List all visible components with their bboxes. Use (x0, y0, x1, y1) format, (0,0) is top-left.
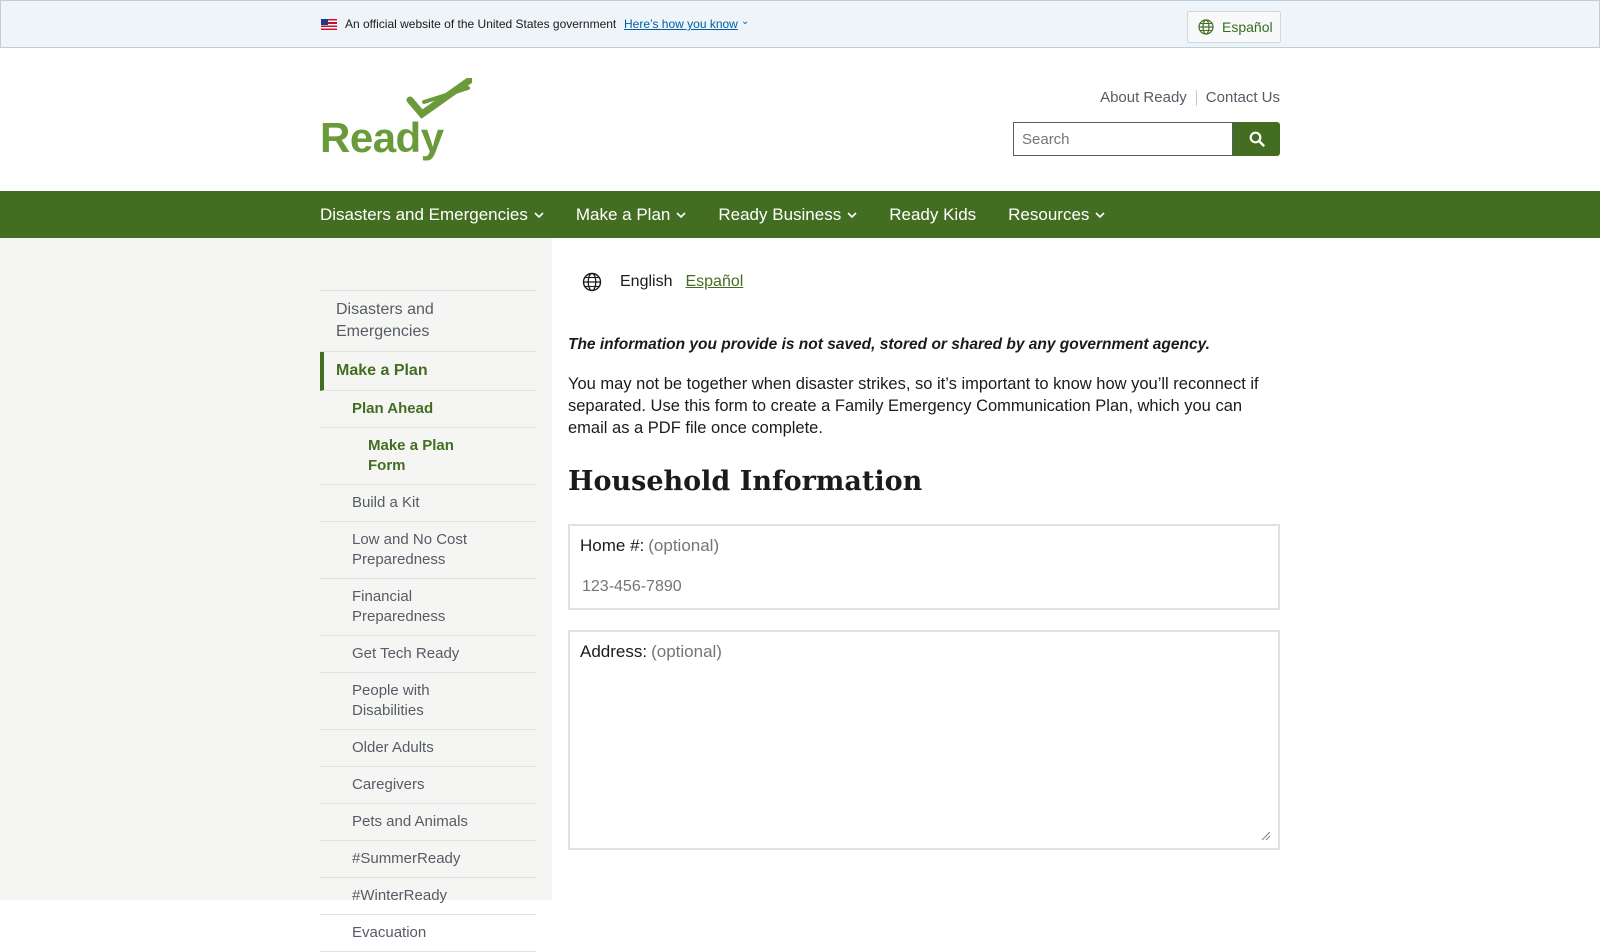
ready-logo[interactable]: Ready (320, 78, 472, 166)
divider (1195, 89, 1197, 106)
sidenav: Disasters and Emergencies Make a Plan Pl… (320, 290, 536, 952)
language-toggle: English Español (582, 272, 743, 292)
about-ready-link[interactable]: About Ready (1100, 89, 1187, 106)
intro-paragraph: You may not be together when disaster st… (568, 375, 1259, 437)
globe-icon (1198, 19, 1214, 35)
utility-links: About Ready Contact Us (1100, 89, 1280, 106)
optional-hint: (optional) (651, 642, 722, 661)
section-title: Household Information (568, 466, 923, 497)
globe-icon (582, 272, 602, 292)
sidenav-item-financial[interactable]: Financial Preparedness (320, 579, 536, 636)
language-button-label: Español (1222, 19, 1273, 35)
sidenav-item-disasters[interactable]: Disasters and Emergencies (320, 291, 536, 352)
sidenav-item-make-a-plan[interactable]: Make a Plan (320, 352, 536, 391)
language-espanol-link[interactable]: Español (685, 273, 743, 291)
sidenav-item-caregivers[interactable]: Caregivers (320, 767, 536, 804)
sidenav-item-winter-ready[interactable]: #WinterReady (320, 878, 536, 915)
sidenav-item-make-a-plan-form[interactable]: Make a Plan Form (320, 428, 536, 485)
sidenav-item-evacuation[interactable]: Evacuation (320, 915, 536, 952)
field-label-text: Home #: (580, 536, 645, 555)
language-button[interactable]: Español (1187, 11, 1281, 43)
chevron-down-icon (847, 211, 857, 218)
sidenav-item-older-adults[interactable]: Older Adults (320, 730, 536, 767)
gov-banner-text: An official website of the United States… (345, 17, 617, 31)
sidenav-item-tech-ready[interactable]: Get Tech Ready (320, 636, 536, 673)
nav-ready-business[interactable]: Ready Business (718, 205, 857, 225)
primary-nav: Disasters and Emergencies Make a Plan Re… (0, 191, 1600, 238)
chevron-down-icon[interactable]: ⌄ (741, 16, 749, 27)
language-english: English (620, 273, 673, 290)
search-form (1013, 122, 1280, 156)
nav-resources[interactable]: Resources (1008, 205, 1105, 225)
chevron-down-icon (534, 211, 544, 218)
sidenav-item-build-a-kit[interactable]: Build a Kit (320, 485, 536, 522)
home-phone-input[interactable] (576, 572, 1266, 602)
home-phone-field: Home #: (optional) (568, 524, 1280, 610)
sidenav-item-low-cost[interactable]: Low and No Cost Preparedness (320, 522, 536, 579)
search-input[interactable] (1013, 122, 1233, 156)
chevron-down-icon (676, 211, 686, 218)
nav-disasters-and-emergencies[interactable]: Disasters and Emergencies (320, 205, 544, 225)
nav-label: Ready Kids (889, 204, 977, 224)
logo-text: Ready (320, 114, 444, 161)
nav-label: Make a Plan (575, 204, 671, 224)
optional-hint: (optional) (648, 536, 720, 555)
contact-us-link[interactable]: Contact Us (1206, 89, 1280, 106)
sidenav-item-summer-ready[interactable]: #SummerReady (320, 841, 536, 878)
nav-ready-kids[interactable]: Ready Kids (889, 205, 976, 225)
home-phone-label: Home #: (optional) (580, 536, 719, 556)
chevron-down-icon (1095, 211, 1105, 218)
sidenav-item-disabilities[interactable]: People with Disabilities (320, 673, 536, 730)
search-icon (1249, 131, 1265, 147)
heres-how-you-know-link[interactable]: Here’s how you know (624, 17, 738, 31)
search-button[interactable] (1233, 122, 1280, 156)
nav-label: Ready Business (718, 204, 842, 224)
gov-banner: An official website of the United States… (0, 0, 1600, 48)
address-field: Address: (optional) (568, 630, 1280, 850)
address-label: Address: (optional) (580, 642, 722, 662)
nav-label: Disasters and Emergencies (320, 204, 528, 224)
sidenav-item-plan-ahead[interactable]: Plan Ahead (320, 391, 536, 428)
nav-make-a-plan[interactable]: Make a Plan (576, 205, 687, 225)
sidenav-item-pets[interactable]: Pets and Animals (320, 804, 536, 841)
address-textarea[interactable] (576, 674, 1268, 838)
us-flag-icon (321, 19, 337, 30)
privacy-notice: The information you provide is not saved… (568, 336, 1210, 353)
field-label-text: Address: (580, 642, 648, 661)
nav-label: Resources (1008, 204, 1090, 224)
resize-handle-icon[interactable] (1262, 832, 1270, 840)
